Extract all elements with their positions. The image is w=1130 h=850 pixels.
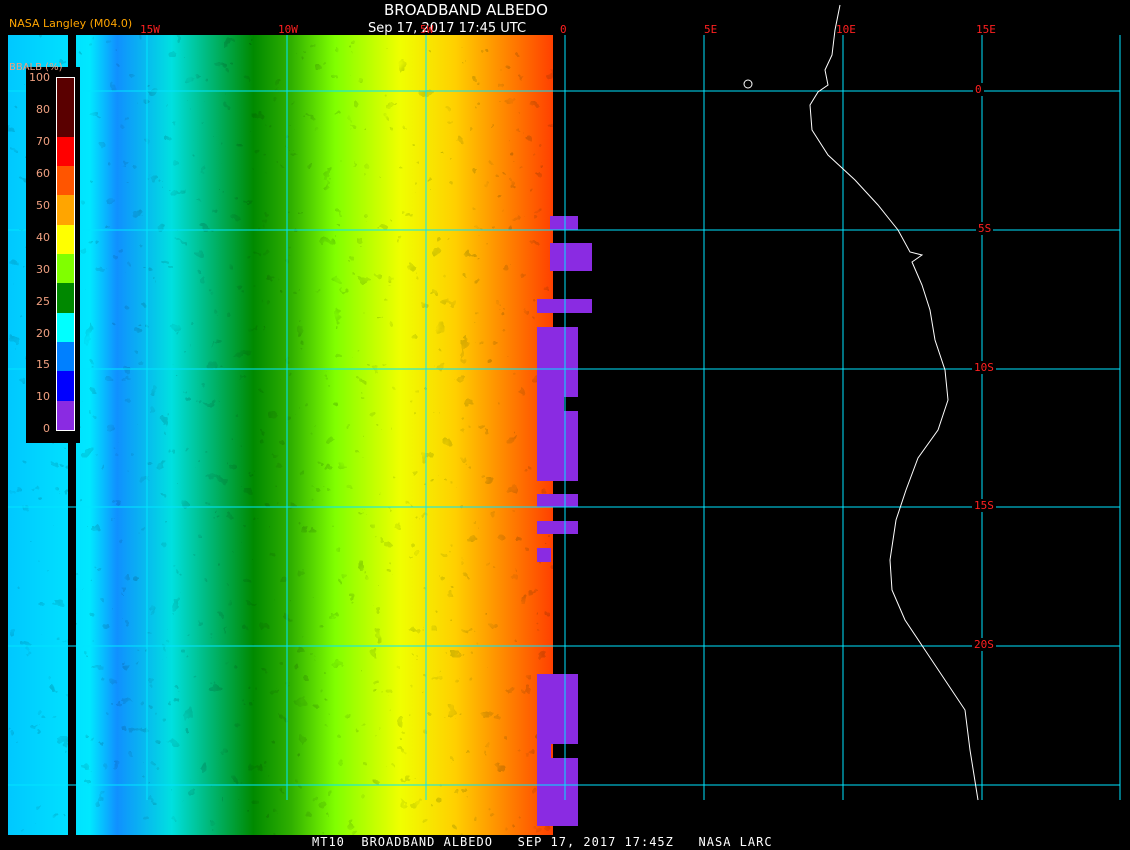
lon-label: 0	[560, 23, 567, 36]
colorbar-tick: 40	[36, 231, 50, 244]
colorbar-tick: 70	[36, 135, 50, 148]
map-overlay	[8, 4, 1121, 826]
lat-label: 20S	[972, 638, 996, 651]
colorbar-tick: 15	[36, 358, 50, 371]
colorbar-swatch	[57, 342, 74, 372]
lat-label: 15S	[972, 499, 996, 512]
colorbar-tick: 20	[36, 327, 50, 340]
lon-label: 10W	[278, 23, 298, 36]
colorbar-swatch	[57, 254, 74, 284]
colorbar-swatch	[57, 166, 74, 196]
colorbar-swatch	[57, 283, 74, 313]
colorbar-tick: 30	[36, 263, 50, 276]
lat-label: 10S	[972, 361, 996, 374]
colorbar-swatch	[57, 78, 74, 137]
colorbar-swatch	[57, 195, 74, 225]
lon-label: 10E	[836, 23, 856, 36]
lat-label: 0	[973, 83, 984, 96]
colorbar-swatch	[57, 312, 74, 343]
colorbar-swatch	[57, 224, 74, 255]
colorbar-tick: 0	[43, 422, 50, 435]
lon-label: 15W	[140, 23, 160, 36]
colorbar-swatch	[57, 371, 74, 401]
colorbar-tick: 60	[36, 167, 50, 180]
colorbar-tick: 80	[36, 103, 50, 116]
island	[743, 79, 753, 89]
source-label: NASA Langley (M04.0)	[9, 17, 133, 30]
map-title: BROADBAND ALBEDO	[384, 1, 548, 19]
lat-label: 5S	[976, 222, 994, 235]
colorbar-tick: 10	[36, 390, 50, 403]
coastline	[809, 4, 979, 801]
colorbar-swatch	[57, 136, 74, 167]
map-datetime: Sep 17, 2017 17:45 UTC	[368, 21, 527, 36]
colorbar-tick: 50	[36, 199, 50, 212]
colorbar	[56, 77, 75, 431]
footer-caption: MT10 BROADBAND ALBEDO SEP 17, 2017 17:45…	[312, 835, 773, 849]
lon-label: 15E	[976, 23, 996, 36]
lon-label: 5E	[704, 23, 718, 36]
colorbar-tick: 100	[29, 71, 50, 84]
lon-label: 5W	[420, 23, 434, 36]
colorbar-tick: 25	[36, 295, 50, 308]
colorbar-swatch	[57, 400, 74, 430]
